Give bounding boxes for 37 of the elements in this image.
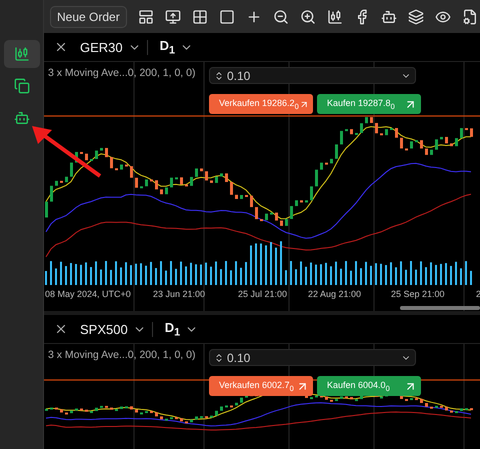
quantity-field[interactable]: 0.10 [209,349,416,366]
axis-label: 23 Jun 21:00 [153,289,206,299]
settings-icon[interactable] [462,8,478,24]
candlestick-icon[interactable] [326,8,343,24]
eye-icon[interactable] [434,8,451,24]
indicator-label: 3 x Moving Ave...0, 200, 1, 0, 0) [48,67,196,79]
square-icon[interactable] [218,8,235,24]
close-icon[interactable] [54,322,68,336]
copy-icon [14,78,30,94]
grid-icon[interactable] [192,8,208,24]
close-icon[interactable] [54,40,68,54]
stepper-icon [214,352,224,362]
timeframe-dropdown[interactable]: D$_{1}$ [158,320,204,338]
zoom-out-icon[interactable] [272,8,289,24]
axis-label: 25 Sep 21:00 [391,289,445,299]
buy-button[interactable]: Kaufen 19287.8$_{0}$ [317,94,421,114]
layers-icon[interactable] [408,8,424,24]
sidebar-button[interactable] [4,40,40,68]
layout-icon[interactable] [138,8,154,24]
stepper-icon [214,70,224,80]
symbol-dropdown[interactable]: SPX500 [74,322,153,336]
robot-icon[interactable] [380,8,397,24]
axis-label: 08 May 2024, UTC+0 [45,289,131,299]
buy-button[interactable]: Kaufen 6004.0$_{0}$ [317,376,421,396]
arrow-icon [30,124,104,180]
scrollbar[interactable] [400,306,480,310]
indicator-label: 3 x Moving Ave...0, 200, 1, 0, 0) [48,349,196,361]
zoom-in-icon[interactable] [300,8,316,24]
quantity-field[interactable]: 0.10 [209,67,416,84]
plus-icon[interactable] [246,8,262,24]
symbol-dropdown[interactable]: GER30 [74,40,148,54]
axis-label: 22 Aug 21:00 [308,289,362,299]
candlestick-icon [14,46,30,62]
robot-icon [14,110,30,126]
timeframe-dropdown[interactable]: D$_{1}$ [154,38,200,56]
new-order-button[interactable]: Neue Order [50,6,127,28]
axis-label: 25 Jul 21:00 [238,289,288,299]
